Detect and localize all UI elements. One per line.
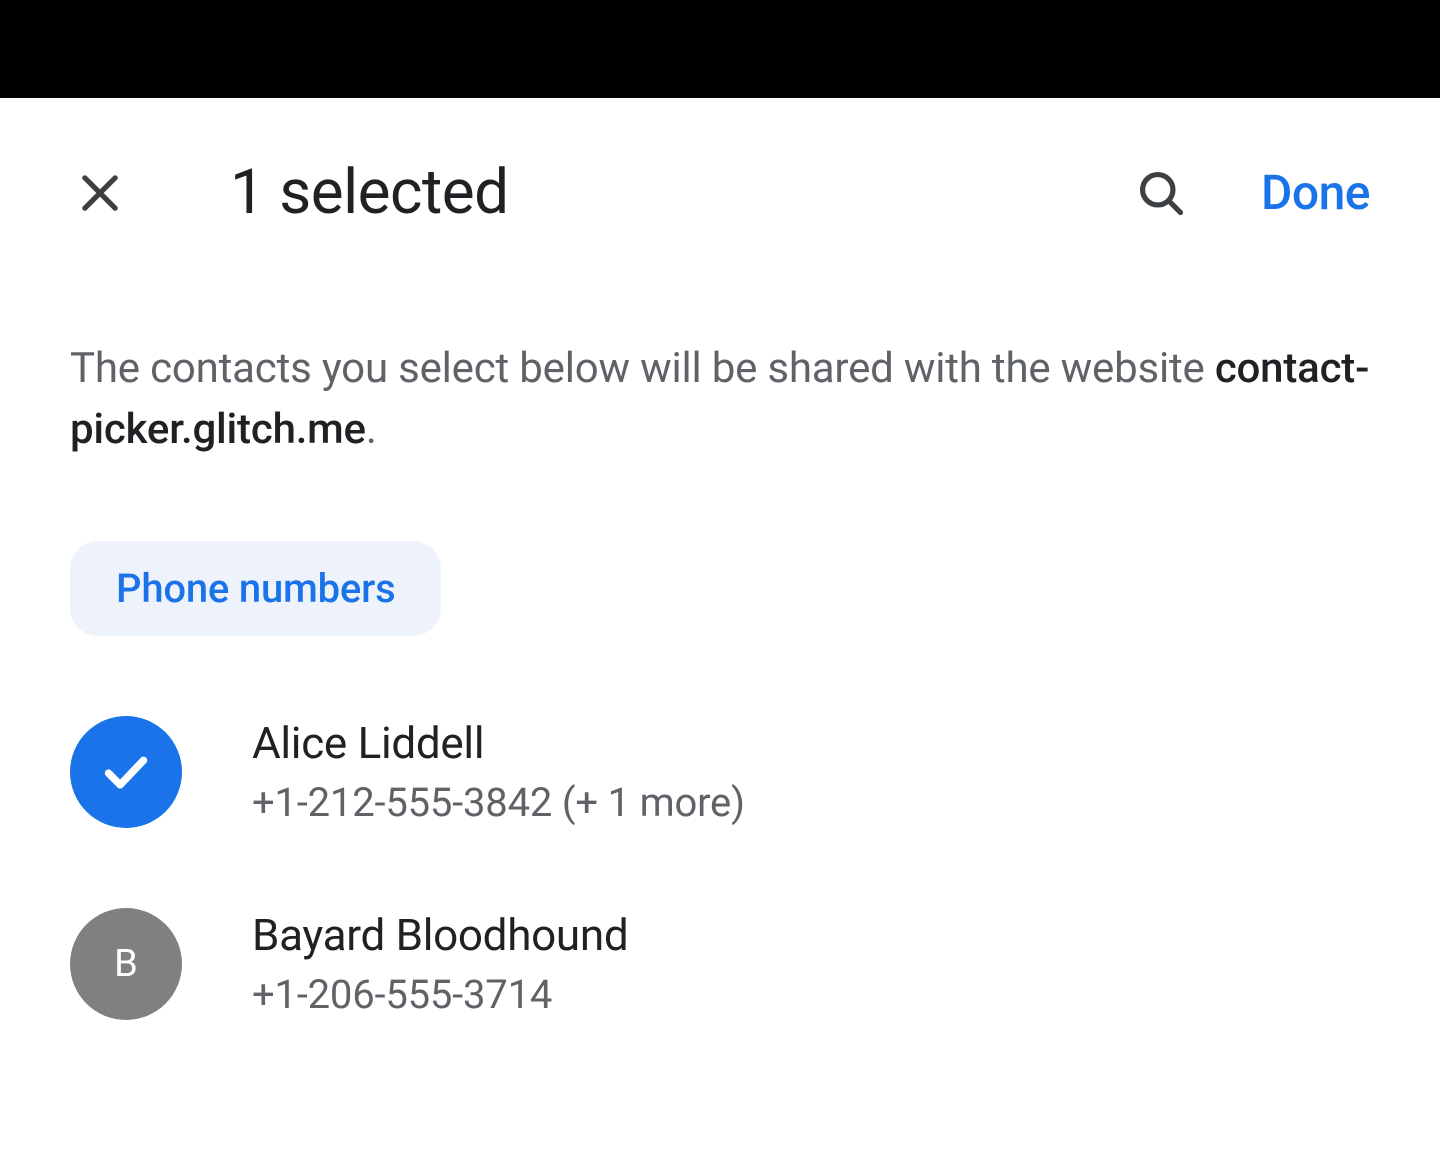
contact-info: Alice Liddell +1-212-555-3842 (+ 1 more) bbox=[252, 717, 745, 826]
chip-row: Phone numbers bbox=[70, 541, 1370, 636]
contact-list: Alice Liddell +1-212-555-3842 (+ 1 more)… bbox=[70, 716, 1370, 1020]
contact-row[interactable]: B Bayard Bloodhound +1-206-555-3714 bbox=[70, 908, 1370, 1020]
avatar-initial: B bbox=[70, 908, 182, 1020]
contact-phone: +1-212-555-3842 (+ 1 more) bbox=[252, 779, 745, 826]
contact-row[interactable]: Alice Liddell +1-212-555-3842 (+ 1 more) bbox=[70, 716, 1370, 828]
done-button[interactable]: Done bbox=[1261, 164, 1370, 221]
contact-name: Alice Liddell bbox=[252, 717, 745, 769]
status-bar bbox=[0, 0, 1440, 98]
avatar-selected bbox=[70, 716, 182, 828]
description-suffix: . bbox=[366, 405, 377, 454]
header-bar: 1 selected Done bbox=[70, 98, 1370, 269]
contact-name: Bayard Bloodhound bbox=[252, 909, 628, 961]
close-button[interactable] bbox=[70, 163, 130, 223]
search-icon bbox=[1135, 167, 1187, 219]
contact-phone: +1-206-555-3714 bbox=[252, 971, 628, 1018]
contact-info: Bayard Bloodhound +1-206-555-3714 bbox=[252, 909, 628, 1018]
share-description: The contacts you select below will be sh… bbox=[70, 339, 1370, 461]
page-title: 1 selected bbox=[230, 156, 1101, 229]
avatar-initial-letter: B bbox=[114, 942, 138, 986]
chip-phone-numbers[interactable]: Phone numbers bbox=[70, 541, 441, 636]
search-button[interactable] bbox=[1131, 163, 1191, 223]
description-prefix: The contacts you select below will be sh… bbox=[70, 344, 1215, 393]
close-icon bbox=[74, 167, 126, 219]
check-icon bbox=[98, 744, 154, 800]
